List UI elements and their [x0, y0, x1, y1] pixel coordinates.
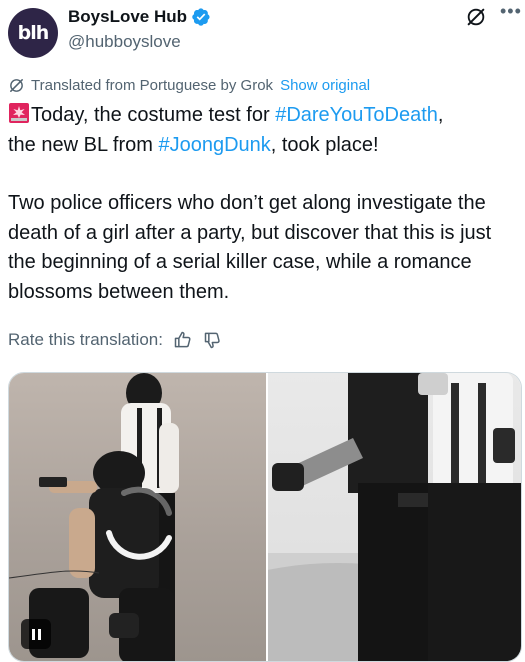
tweet-text-line1: Today, the costume test for — [31, 104, 276, 126]
verified-badge-icon — [192, 8, 210, 26]
tweet-text-line2-end: , took place! — [270, 133, 379, 156]
show-original-link[interactable]: Show original — [280, 77, 370, 94]
pause-icon[interactable] — [21, 619, 51, 649]
tweet-text: Today, the costume test for #DareYouToDe… — [8, 101, 520, 307]
rate-translation-label: Rate this translation: — [8, 330, 163, 349]
translation-notice-text: Translated from Portuguese by Grok — [31, 77, 274, 94]
hashtag-dareyoutodeath[interactable]: #DareYouToDeath — [275, 104, 438, 126]
avatar-logo-text: blh — [17, 22, 50, 44]
display-name[interactable]: BoysLove Hub — [68, 7, 187, 27]
photo-image — [188, 373, 521, 661]
thumbs-up-icon[interactable] — [173, 330, 193, 350]
hashtag-joongdunk[interactable]: #JoongDunk — [158, 134, 270, 156]
tweet-paragraph-2: Two police officers who don’t get along … — [8, 192, 492, 303]
tweet-paragraph-1: Today, the costume test for #DareYouToDe… — [8, 101, 520, 160]
rate-translation-row: Rate this translation: — [8, 330, 223, 350]
author-handle[interactable]: @hubboyslove — [68, 32, 181, 52]
thumbs-down-icon[interactable] — [203, 330, 223, 350]
tweet-text-line1-end: , — [437, 104, 444, 126]
media-grid — [8, 372, 522, 662]
tweet-text-line2: the new BL from — [8, 133, 159, 156]
video-player[interactable] — [9, 373, 266, 661]
siren-icon — [9, 103, 29, 123]
translation-notice: Translated from Portuguese by Grok Show … — [8, 77, 370, 94]
grok-icon[interactable] — [465, 6, 487, 28]
avatar[interactable]: blh — [8, 8, 58, 58]
more-icon[interactable]: ••• — [500, 2, 522, 22]
grok-small-icon — [10, 79, 23, 92]
photo[interactable] — [188, 373, 521, 661]
author-name-row: BoysLove Hub — [68, 7, 211, 27]
